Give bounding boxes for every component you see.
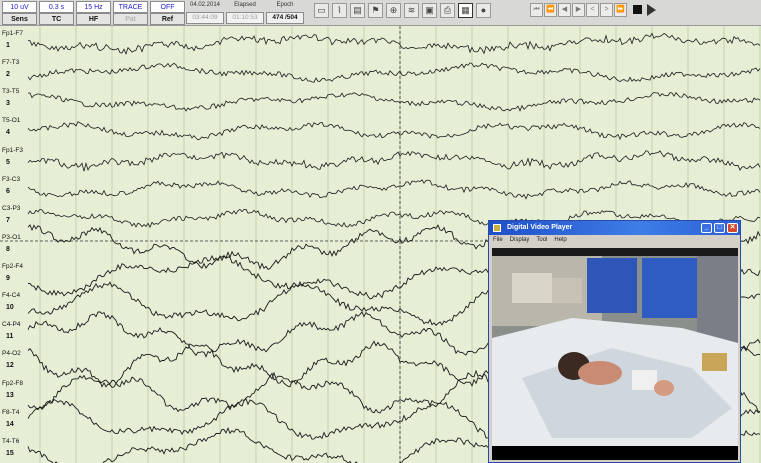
stop-button[interactable] [633,5,642,14]
menu-file[interactable]: File [493,237,503,243]
channel-number: 12 [6,362,14,370]
spectral-icon[interactable]: ▤ [350,3,365,18]
channel-label: T5-O1 [2,117,21,125]
grid-icon[interactable]: ▦ [458,3,473,18]
player-menu-bar: File Display Tool Help [489,235,740,246]
maximize-icon[interactable]: □ [714,223,725,233]
fast-back-icon[interactable]: ⏪ [544,3,557,17]
zoom-icon[interactable]: ⊕ [386,3,401,18]
channel-label: T3-T5 [2,88,20,96]
record-icon[interactable]: ● [476,3,491,18]
channel-number: 15 [6,449,14,457]
channel-number: 13 [6,391,14,399]
eeg-trace [27,179,761,200]
eeg-trace [27,150,761,172]
channel-number: 7 [6,216,10,224]
channel-number: 10 [6,304,14,312]
print-icon[interactable]: ⎙ [440,3,455,18]
play-button[interactable] [647,4,656,16]
fast-forward-icon[interactable]: ⏩ [614,3,627,17]
setting-button[interactable]: Sens [2,13,37,25]
channel-number: 8 [6,245,10,253]
video-frame[interactable] [492,248,738,460]
eeg-trace [27,62,761,83]
first-page-icon[interactable]: ⏮ [530,3,543,17]
channel-label: F4-C4 [2,292,21,300]
channel-label: Fp1-F7 [2,30,23,37]
channel-label: Fp2-F4 [2,263,23,271]
marker-icon[interactable]: ⚑ [368,3,383,18]
setting-button[interactable]: HF [76,13,111,25]
eeg-trace [27,32,761,56]
channel-label: F3-C3 [2,175,21,183]
time-field: 03:44:09 [186,12,224,24]
channel-label: F7-T3 [2,59,20,67]
channel-number: 2 [6,71,10,79]
player-title: Digital Video Player [507,224,573,231]
channel-number: 14 [6,420,14,428]
video-player-window[interactable]: Digital Video Player _ □ ✕ File Display Tool… [488,220,741,463]
menu-tool[interactable]: Tool [536,237,547,243]
setting-value[interactable]: 15 Hz [76,1,111,13]
channel-number: 4 [6,129,10,137]
setting-value[interactable]: OFF [150,1,185,13]
setting-button[interactable]: Ref [150,13,185,25]
player-app-icon [493,224,501,232]
channel-label: Fp2-F8 [2,379,23,387]
eeg-trace [27,91,761,112]
channel-number: 9 [6,275,10,283]
eeg-toolbar: 10 uV Sens 0.3 s TC 15 Hz HF TRACE Pat OFF Ref 04… [0,0,761,26]
channel-number: 5 [6,158,10,166]
channel-number: 1 [6,42,10,49]
next-page-icon[interactable]: ▶ [572,3,585,17]
date-label: 04.02.2014 [189,2,221,8]
channel-number: 11 [6,333,14,341]
epoch-label: Epoch [276,2,294,8]
channel-label: F8-T4 [2,408,20,416]
elapsed-label: Elapsed [234,2,256,8]
video-image [492,248,738,460]
channel-number: 6 [6,187,10,195]
setting-value[interactable]: 10 uV [2,1,37,13]
channel-number: 3 [6,100,10,108]
filter-icon[interactable]: ≋ [404,3,419,18]
prev-page-icon[interactable]: ◀ [558,3,571,17]
channel-label: T4-T6 [2,437,20,445]
menu-display[interactable]: Display [510,237,530,243]
menu-help[interactable]: Help [554,237,566,243]
step-back-icon[interactable]: < [586,3,599,17]
setting-value[interactable]: TRACE [113,1,148,13]
epoch-field[interactable]: 474 /504 [266,12,304,24]
channel-label: P3-O1 [2,233,21,241]
channel-label: C4-P4 [2,321,21,329]
channel-label: Fp1-F3 [2,146,23,154]
step-forward-icon[interactable]: > [600,3,613,17]
setting-button[interactable]: TC [39,13,74,25]
channel-label: C3-P3 [2,204,21,212]
montage-icon[interactable]: ⌇ [332,3,347,18]
eeg-trace [27,121,761,141]
channel-label: P4-O2 [2,350,21,358]
setting-button[interactable]: Pat [113,13,148,25]
setting-value[interactable]: 0.3 s [39,1,74,13]
minimize-icon[interactable]: _ [701,223,712,233]
waveform-view-icon[interactable]: ▭ [314,3,329,18]
player-title-bar[interactable]: Digital Video Player _ □ ✕ [489,221,740,235]
video-icon[interactable]: ▣ [422,3,437,18]
close-icon[interactable]: ✕ [727,223,738,233]
elapsed-field: 01:10:53 [226,12,264,24]
